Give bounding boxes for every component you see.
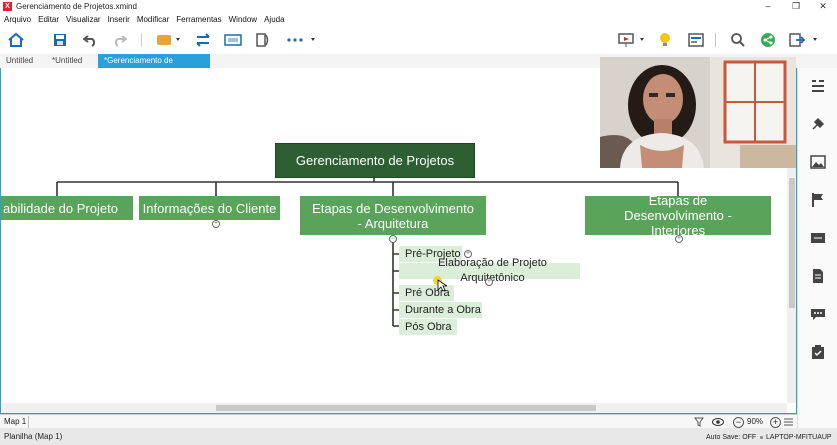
- sheet-tab[interactable]: Map 1: [4, 417, 26, 426]
- main-topic-informacoes-cliente[interactable]: Informações do Cliente: [139, 196, 280, 220]
- menu-visualizar[interactable]: Visualizar: [63, 15, 104, 24]
- title-bar: X Gerenciamento de Projetos.xmind – ❐ ✕: [0, 0, 837, 13]
- export-icon[interactable]: [788, 30, 822, 50]
- menu-window[interactable]: Window: [226, 15, 260, 24]
- home-icon[interactable]: [6, 30, 26, 50]
- zoom-out-button[interactable]: −: [733, 417, 744, 428]
- subtopic-pos-obra[interactable]: Pós Obra: [399, 319, 457, 335]
- redo-icon[interactable]: [110, 30, 130, 50]
- xmind-app-icon: X: [3, 2, 12, 11]
- expand-icon[interactable]: +: [675, 235, 683, 243]
- close-button[interactable]: ✕: [809, 0, 837, 13]
- task-icon[interactable]: [810, 344, 826, 360]
- undo-icon[interactable]: [80, 30, 100, 50]
- filter-icon[interactable]: [694, 417, 704, 427]
- central-topic[interactable]: Gerenciamento de Projetos: [275, 143, 475, 178]
- menu-bar: Arquivo Editar Visualizar Inserir Modifi…: [0, 13, 837, 26]
- more-icon[interactable]: [284, 30, 320, 50]
- menu-modificar[interactable]: Modificar: [134, 15, 172, 24]
- zoom-level: 90%: [747, 417, 764, 426]
- tab-gerenciamento[interactable]: *Gerenciamento de Projetos ✕: [98, 54, 210, 79]
- main-topic-etapas-arquitetura[interactable]: Etapas de Desenvolvimento - Arquitetura: [300, 196, 486, 235]
- window-title: Gerenciamento de Projetos.xmind: [16, 2, 137, 11]
- scroll-thumb[interactable]: [789, 178, 795, 308]
- expand-icon[interactable]: +: [212, 220, 220, 228]
- sheet-status: Planilha (Map 1): [4, 432, 63, 441]
- save-icon[interactable]: [50, 30, 70, 50]
- layout-icon[interactable]: [686, 30, 706, 50]
- menu-icon[interactable]: [784, 418, 793, 426]
- share-icon[interactable]: [758, 30, 778, 50]
- main-topic-etapas-interiores[interactable]: Etapas de Desenvolvimento - Interiores: [585, 193, 771, 238]
- label-icon[interactable]: [810, 230, 826, 246]
- search-icon[interactable]: [728, 30, 748, 50]
- menu-inserir[interactable]: Inserir: [105, 15, 133, 24]
- toolbar: [0, 26, 837, 55]
- toolbar-divider: [141, 33, 142, 47]
- webcam-overlay: [600, 57, 796, 168]
- minimize-button[interactable]: –: [754, 0, 782, 13]
- right-sidebar: [797, 68, 837, 428]
- menu-editar[interactable]: Editar: [35, 15, 62, 24]
- horizontal-scrollbar[interactable]: [1, 403, 787, 413]
- tab-untitled-1[interactable]: Untitled: [0, 54, 39, 68]
- menu-arquivo[interactable]: Arquivo: [1, 15, 34, 24]
- toolbar-divider: [715, 33, 716, 47]
- subtopic-elaboracao-projeto[interactable]: Elaboração de Projeto Arquitetônico: [399, 257, 580, 284]
- topic-style-icon[interactable]: [155, 30, 185, 50]
- menu-ferramentas[interactable]: Ferramentas: [173, 15, 224, 24]
- boundary-icon[interactable]: [223, 30, 243, 50]
- autosave-status: Auto Save: OFF: [706, 434, 757, 441]
- expand-icon[interactable]: +: [485, 278, 493, 286]
- relationship-icon[interactable]: [193, 30, 213, 50]
- status-bar: Map 1 − 90% +: [0, 414, 797, 429]
- subtopic-durante-obra[interactable]: Durante a Obra: [399, 302, 482, 318]
- scroll-thumb[interactable]: [216, 405, 596, 411]
- tab-untitled-2[interactable]: *Untitled: [46, 54, 88, 68]
- presentation-icon[interactable]: [617, 30, 647, 50]
- summary-icon[interactable]: [253, 30, 273, 50]
- status-dot: [760, 436, 763, 439]
- notes-icon[interactable]: [810, 268, 826, 284]
- outline-icon[interactable]: [810, 78, 826, 94]
- image-icon[interactable]: [810, 154, 826, 170]
- collapse-icon[interactable]: −: [389, 235, 397, 243]
- computer-name: LAPTOP-MFITUAUP: [766, 434, 832, 441]
- main-topic-viabilidade[interactable]: abilidade do Projeto: [1, 196, 133, 220]
- comments-icon[interactable]: [810, 306, 826, 322]
- eye-icon[interactable]: [712, 418, 724, 426]
- lightbulb-icon[interactable]: [655, 30, 675, 50]
- status-divider: [28, 416, 29, 428]
- marker-flag-icon[interactable]: [810, 192, 826, 208]
- zoom-in-button[interactable]: +: [770, 417, 781, 428]
- format-brush-icon[interactable]: [810, 116, 826, 132]
- menu-ajuda[interactable]: Ajuda: [261, 15, 287, 24]
- maximize-button[interactable]: ❐: [782, 0, 810, 13]
- mouse-cursor-icon: [437, 279, 447, 292]
- footer-bar: Planilha (Map 1) Auto Save: OFF LAPTOP-M…: [0, 428, 837, 445]
